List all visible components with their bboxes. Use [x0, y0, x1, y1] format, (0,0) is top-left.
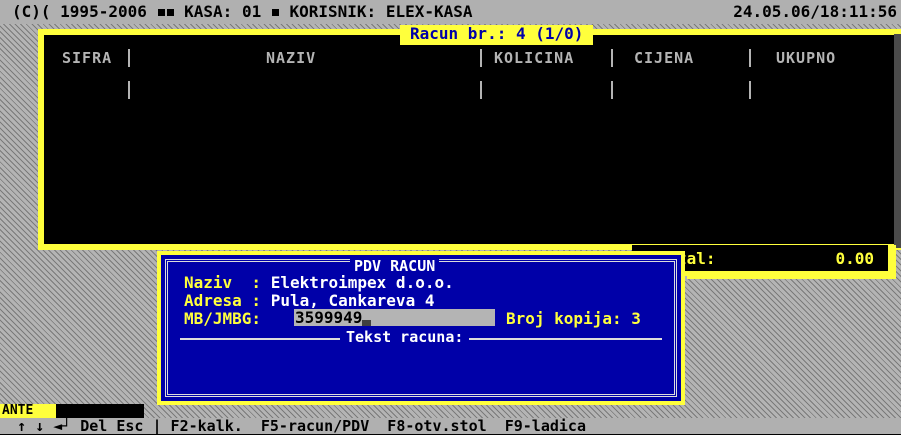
column-header-ukupno: UKUPNO	[776, 49, 837, 67]
mb-jmbg-input[interactable]: 3599949	[294, 309, 495, 326]
separator-icon	[166, 9, 174, 16]
column-divider	[480, 81, 482, 99]
column-divider	[749, 49, 751, 67]
column-header-kolicina: KOLICINA	[494, 49, 575, 67]
total-value: 0.00	[835, 249, 874, 268]
header-left: (C)( 1995-2006 KASA: 01 KORISNIK: ELEX-K…	[12, 0, 473, 24]
shortcut-bar: ↑ ↓ ◄┘ Del Esc | F2-kalk. F5-racun/PDV F…	[0, 418, 901, 434]
operator-label: ANTE	[0, 404, 56, 418]
column-header-cijena: CIJENA	[634, 49, 695, 67]
column-divider	[611, 81, 613, 99]
column-divider	[128, 81, 130, 99]
naziv-row: Naziv : Elektroimpex d.o.o.	[184, 273, 454, 292]
column-header-naziv: NAZIV	[266, 49, 317, 67]
text-cursor	[362, 320, 372, 326]
separator-icon	[271, 9, 279, 16]
copyright-text: (C)( 1995-2006	[12, 2, 147, 21]
column-divider	[749, 81, 751, 99]
naziv-label: Naziv :	[184, 273, 271, 292]
mb-row: MB/JMBG:	[184, 309, 271, 328]
receipt-title: Racun br.: 4 (1/0)	[400, 25, 594, 45]
datetime: 24.05.06/18:11:56	[733, 2, 897, 21]
column-header-sifra: SIFRA	[62, 49, 113, 67]
pdv-dialog: PDV RACUN Naziv : Elektroimpex d.o.o. Ad…	[157, 251, 685, 405]
window-shadow	[894, 34, 901, 248]
dialog-title: PDV RACUN	[350, 258, 440, 274]
kasa-text: KASA: 01	[184, 2, 262, 21]
separator-icon	[157, 9, 165, 16]
mb-value: 3599949	[295, 308, 363, 327]
column-divider	[480, 49, 482, 67]
user-text: KORISNIK: ELEX-KASA	[289, 2, 473, 21]
operator-field	[56, 404, 144, 418]
naziv-value: Elektroimpex d.o.o.	[270, 273, 454, 292]
shortcut-text: ↑ ↓ ◄┘ Del Esc | F2-kalk. F5-racun/PDV F…	[8, 417, 586, 435]
status-header: (C)( 1995-2006 KASA: 01 KORISNIK: ELEX-K…	[0, 0, 901, 24]
broj-kopija: Broj kopija: 3	[506, 309, 641, 328]
dialog-frame: PDV RACUN Naziv : Elektroimpex d.o.o. Ad…	[165, 258, 677, 397]
column-divider	[611, 49, 613, 67]
tekst-racuna-label: Tekst racuna:	[340, 328, 470, 346]
adresa-label: Adresa :	[184, 291, 271, 310]
receipt-window: Racun br.: 4 (1/0) SIFRA NAZIV KOLICINA …	[38, 25, 901, 250]
mb-label: MB/JMBG:	[184, 309, 271, 328]
column-divider	[128, 49, 130, 67]
